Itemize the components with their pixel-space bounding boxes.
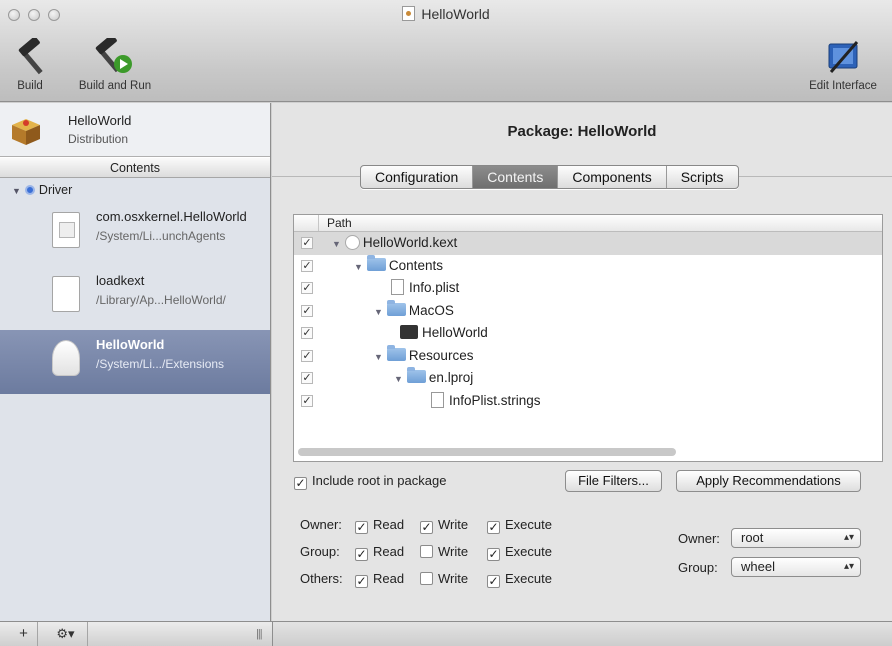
sidebar-item-path: /System/Li...unchAgents — [96, 229, 226, 243]
checkbox[interactable]: ✓ — [294, 477, 307, 490]
hammer-icon — [14, 36, 58, 76]
tree-row[interactable]: ✓ ▼ en.lproj — [294, 367, 882, 390]
row-checkbox[interactable]: ✓ — [301, 349, 313, 362]
sidebar-item-name: loadkext — [96, 273, 145, 288]
disclosure-triangle-icon[interactable]: ▼ — [332, 239, 341, 249]
tree-row[interactable]: ✓ InfoPlist.strings — [294, 390, 882, 413]
disclosure-triangle-icon[interactable]: ▼ — [12, 186, 21, 196]
group-icon — [24, 185, 35, 195]
tab-contents[interactable]: Contents — [473, 166, 559, 188]
folder-icon — [386, 299, 406, 316]
group-driver[interactable]: ▼ Driver — [0, 178, 270, 202]
build-and-run-button[interactable]: Build and Run — [70, 34, 160, 92]
hammer-run-icon — [93, 34, 137, 76]
interface-builder-icon — [821, 38, 865, 76]
owner-write-checkbox[interactable]: ✓ Write — [420, 517, 468, 534]
tree-header: Path — [294, 215, 882, 232]
main-bottom-bar — [272, 622, 892, 646]
bottom-bar: + ⚙▾ ||| — [0, 621, 892, 646]
owner-perm-label: Owner: — [300, 517, 342, 532]
others-write-checkbox[interactable]: Write — [420, 571, 468, 586]
row-checkbox[interactable]: ✓ — [301, 304, 313, 317]
main-panel: Package: HelloWorld Configuration Conten… — [272, 103, 892, 621]
owner-select[interactable]: root ▴▾ — [731, 528, 861, 548]
updown-arrows-icon: ▴▾ — [843, 561, 854, 572]
edit-interface-button[interactable]: Edit Interface — [800, 38, 886, 92]
group-write-checkbox[interactable]: Write — [420, 544, 468, 559]
group-perm-label: Group: — [300, 544, 340, 559]
tab-bar: Configuration Contents Components Script… — [360, 165, 739, 189]
tree-row[interactable]: ✓ ▼ HelloWorld.kext — [294, 232, 882, 255]
sidebar-item-path: /Library/Ap...HelloWorld/ — [96, 293, 226, 307]
sidebar-item-name: HelloWorld — [96, 337, 165, 352]
row-checkbox[interactable]: ✓ — [301, 372, 313, 384]
row-checkbox[interactable]: ✓ — [301, 282, 313, 294]
package-title: Package: HelloWorld — [507, 123, 657, 140]
tree-row[interactable]: ✓ ▼ Resources — [294, 344, 882, 368]
others-read-checkbox[interactable]: ✓ Read — [355, 571, 404, 588]
sidebar-item-launch-agent[interactable]: com.osxkernel.HelloWorld /System/Li...un… — [0, 202, 270, 266]
contents-tree[interactable]: Path ✓ ▼ HelloWorld.kext ✓ ▼ Contents ✓ In… — [293, 214, 883, 462]
include-root-checkbox[interactable]: ✓ Include root in package — [294, 473, 446, 490]
sidebar-item-name: com.osxkernel.HelloWorld — [96, 209, 247, 224]
folder-icon — [406, 367, 426, 383]
row-checkbox[interactable]: ✓ — [301, 259, 313, 272]
horizontal-scrollbar[interactable] — [298, 448, 676, 456]
project-header[interactable]: HelloWorld Distribution — [0, 103, 270, 157]
group-select[interactable]: wheel ▴▾ — [731, 557, 861, 577]
others-execute-checkbox[interactable]: ✓ Execute — [487, 571, 552, 588]
gear-menu-button[interactable]: ⚙▾ — [44, 622, 88, 646]
sidebar: HelloWorld Distribution Contents ▼ Driver… — [0, 103, 271, 621]
folder-icon — [386, 344, 406, 361]
project-name: HelloWorld — [68, 113, 132, 128]
group-read-checkbox[interactable]: ✓ Read — [355, 544, 404, 561]
tree-row[interactable]: ✓ ▼ MacOS — [294, 299, 882, 323]
sidebar-item-path: /System/Li.../Extensions — [96, 357, 225, 371]
kext-icon — [52, 340, 80, 376]
updown-arrows-icon: ▴▾ — [843, 532, 854, 543]
package-icon — [8, 115, 44, 147]
file-icon — [52, 276, 80, 312]
kext-icon — [344, 235, 360, 250]
row-checkbox[interactable]: ✓ — [301, 394, 313, 407]
contents-header: Contents — [0, 157, 270, 178]
row-checkbox[interactable]: ✓ — [301, 327, 313, 339]
tab-components[interactable]: Components — [558, 166, 667, 188]
owner-execute-checkbox[interactable]: ✓ Execute — [487, 517, 552, 534]
executable-icon — [400, 325, 418, 339]
tree-row[interactable]: ✓ HelloWorld — [294, 322, 882, 345]
disclosure-triangle-icon[interactable]: ▼ — [374, 307, 383, 317]
project-subtitle: Distribution — [68, 132, 129, 146]
disclosure-triangle-icon[interactable]: ▼ — [374, 352, 383, 362]
disclosure-triangle-icon[interactable]: ▼ — [394, 374, 403, 384]
toolbar: HelloWorld Build Build and Run Edit Inte… — [0, 0, 892, 102]
path-column-header[interactable]: Path — [318, 215, 352, 231]
sidebar-item-helloworld[interactable]: HelloWorld /System/Li.../Extensions — [0, 330, 270, 394]
file-filters-button[interactable]: File Filters... — [565, 470, 662, 492]
document-icon — [391, 279, 404, 295]
tab-scripts[interactable]: Scripts — [667, 166, 738, 188]
tree-row[interactable]: ✓ Info.plist — [294, 277, 882, 300]
apply-recommendations-button[interactable]: Apply Recommendations — [676, 470, 861, 492]
document-icon — [402, 6, 416, 21]
tab-configuration[interactable]: Configuration — [361, 166, 474, 188]
owner-select-label: Owner: — [678, 531, 720, 546]
disclosure-triangle-icon[interactable]: ▼ — [354, 262, 363, 272]
window-title: HelloWorld — [0, 6, 892, 22]
sidebar-item-loadkext[interactable]: loadkext /Library/Ap...HelloWorld/ — [0, 266, 270, 330]
plist-file-icon — [52, 212, 80, 248]
add-button[interactable]: + — [10, 622, 38, 646]
group-execute-checkbox[interactable]: ✓ Execute — [487, 544, 552, 561]
resize-grip-icon[interactable]: ||| — [256, 628, 263, 640]
document-icon — [431, 391, 444, 408]
build-button[interactable]: Build — [14, 36, 46, 92]
others-perm-label: Others: — [300, 571, 343, 586]
owner-read-checkbox[interactable]: ✓ Read — [355, 517, 404, 534]
group-select-label: Group: — [678, 560, 718, 575]
tree-row[interactable]: ✓ ▼ Contents — [294, 254, 882, 278]
folder-icon — [366, 254, 386, 271]
row-checkbox[interactable]: ✓ — [301, 237, 313, 249]
